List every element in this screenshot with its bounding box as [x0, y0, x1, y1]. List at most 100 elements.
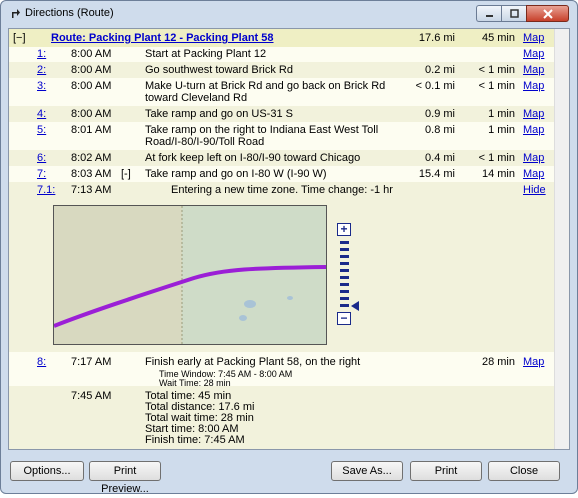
step-number[interactable]: 7.1: [37, 184, 55, 197]
minimize-icon [485, 15, 493, 17]
lake [244, 300, 256, 308]
directions-icon [12, 9, 20, 18]
step-expand-toggle[interactable]: [-] [121, 168, 131, 181]
step-description-cont: Road/I-80/I-90/Toll Road [145, 136, 265, 148]
step-row: 4: 8:00 AM Take ramp and go on US-31 S 0… [9, 106, 555, 122]
route-map-link[interactable]: Map [523, 32, 544, 45]
step-row: 6: 8:02 AM At fork keep left on I-80/I-9… [9, 150, 555, 166]
step-hide-link[interactable]: Hide [523, 184, 546, 197]
step-time: 8:02 AM [71, 152, 112, 164]
step-duration: < 1 min [478, 152, 515, 164]
summary-finish-time: Finish time: 7:45 AM [145, 434, 245, 446]
route-distance: 17.6 mi [418, 32, 455, 44]
step-description: Entering a new time zone. Time change: -… [171, 184, 393, 196]
step-description: Take ramp and go on US-31 S [145, 108, 293, 120]
step-map-link[interactable]: Map [523, 80, 544, 93]
zoom-level-mark[interactable] [340, 241, 349, 244]
route-name-link[interactable]: Route: Packing Plant 12 - Packing Plant … [51, 32, 274, 45]
step-distance: 0.8 mi [425, 124, 455, 136]
directions-panel: [−] Route: Packing Plant 12 - Packing Pl… [8, 28, 570, 450]
route-collapse-toggle[interactable]: [−] [13, 32, 26, 45]
step-time: 8:00 AM [71, 48, 112, 60]
close-icon [542, 8, 553, 19]
step-number[interactable]: 3: [37, 80, 46, 93]
print-button[interactable]: Print [410, 461, 482, 481]
step-duration: < 1 min [478, 64, 515, 76]
step-duration: 1 min [488, 108, 515, 120]
step-time: 8:03 AM [71, 168, 112, 180]
map-canvas[interactable] [54, 206, 326, 344]
step-time: 8:00 AM [71, 64, 112, 76]
zoom-level-mark[interactable] [340, 290, 349, 293]
step-map[interactable] [53, 205, 327, 345]
step-description-cont: toward Cleveland Rd [145, 92, 248, 104]
step-duration: 1 min [488, 124, 515, 136]
zoom-level-mark[interactable] [340, 255, 349, 258]
step-map-link[interactable]: Map [523, 48, 544, 61]
directions-window: Directions (Route) [−] Route: Packing Pl… [0, 0, 578, 495]
lake [239, 315, 247, 321]
minimize-button[interactable] [476, 5, 501, 22]
step-map-link[interactable]: Map [523, 108, 544, 121]
step-row: 3: 8:00 AM Make U-turn at Brick Rd and g… [9, 78, 555, 106]
step-description: Go southwest toward Brick Rd [145, 64, 293, 76]
step-description: Finish early at Packing Plant 58, on the… [145, 356, 361, 368]
zoom-level-mark[interactable] [340, 276, 349, 279]
step-map-link[interactable]: Map [523, 356, 544, 369]
maximize-icon [509, 9, 519, 18]
options-button[interactable]: Options... [10, 461, 84, 481]
step-map-link[interactable]: Map [523, 168, 544, 181]
step-number[interactable]: 6: [37, 152, 46, 165]
step-description: Start at Packing Plant 12 [145, 48, 267, 60]
map-zoom-control[interactable]: + − [337, 223, 359, 333]
window-title: Directions (Route) [25, 7, 114, 19]
step-number[interactable]: 4: [37, 108, 46, 121]
print-preview-button[interactable]: Print Preview... [89, 461, 161, 495]
zoom-in-button[interactable]: + [337, 223, 351, 236]
route-time: 45 min [481, 32, 515, 44]
zoom-out-button[interactable]: − [337, 312, 351, 325]
step-description: At fork keep left on I-80/I-90 toward Ch… [145, 152, 361, 164]
button-bar: Options... Print Preview... Save As... P… [1, 453, 577, 495]
step-duration: < 1 min [478, 80, 515, 92]
zoom-level-mark[interactable] [340, 304, 349, 307]
maximize-button[interactable] [501, 5, 526, 22]
step-row: 8: 7:17 AM Finish early at Packing Plant… [9, 352, 555, 388]
step-distance: 0.2 mi [425, 64, 455, 76]
step-time: 8:01 AM [71, 124, 112, 136]
zoom-level-mark[interactable] [340, 269, 349, 272]
step-description: Take ramp and go on I-80 W (I-90 W) [145, 168, 327, 180]
step-time: 7:13 AM [71, 184, 112, 196]
step-row: 1: 8:00 AM Start at Packing Plant 12 Map [9, 47, 555, 62]
step-duration: 28 min [481, 356, 515, 368]
step-number[interactable]: 8: [37, 356, 46, 369]
step-duration: 14 min [481, 168, 515, 180]
step-time: 8:00 AM [71, 80, 112, 92]
zoom-level-mark[interactable] [340, 248, 349, 251]
route-summary: 7:45 AM Total time: 45 min Total distanc… [9, 386, 555, 449]
zoom-level-mark[interactable] [340, 262, 349, 265]
zoom-level-mark[interactable] [340, 283, 349, 286]
step-number[interactable]: 1: [37, 48, 46, 61]
vertical-scrollbar[interactable] [554, 29, 569, 449]
summary-time: 7:45 AM [71, 390, 112, 402]
close-window-button[interactable] [526, 5, 569, 22]
zoom-level-indicator-icon[interactable] [351, 301, 359, 311]
step-number[interactable]: 2: [37, 64, 46, 77]
step-map-link[interactable]: Map [523, 152, 544, 165]
step-distance: < 0.1 mi [415, 80, 455, 92]
save-as-button[interactable]: Save As... [331, 461, 403, 481]
close-button[interactable]: Close [488, 461, 560, 481]
step-distance: 0.9 mi [425, 108, 455, 120]
step-number[interactable]: 5: [37, 124, 46, 137]
step-number[interactable]: 7: [37, 168, 46, 181]
title-bar[interactable]: Directions (Route) [1, 1, 577, 25]
map-land-west [54, 206, 182, 344]
lake [287, 296, 293, 300]
zoom-level-mark[interactable] [340, 297, 349, 300]
step-time: 7:17 AM [71, 356, 112, 368]
step-map-link[interactable]: Map [523, 124, 544, 137]
step-distance: 15.4 mi [418, 168, 455, 180]
step-map-link[interactable]: Map [523, 64, 544, 77]
step-time: 8:00 AM [71, 108, 112, 120]
